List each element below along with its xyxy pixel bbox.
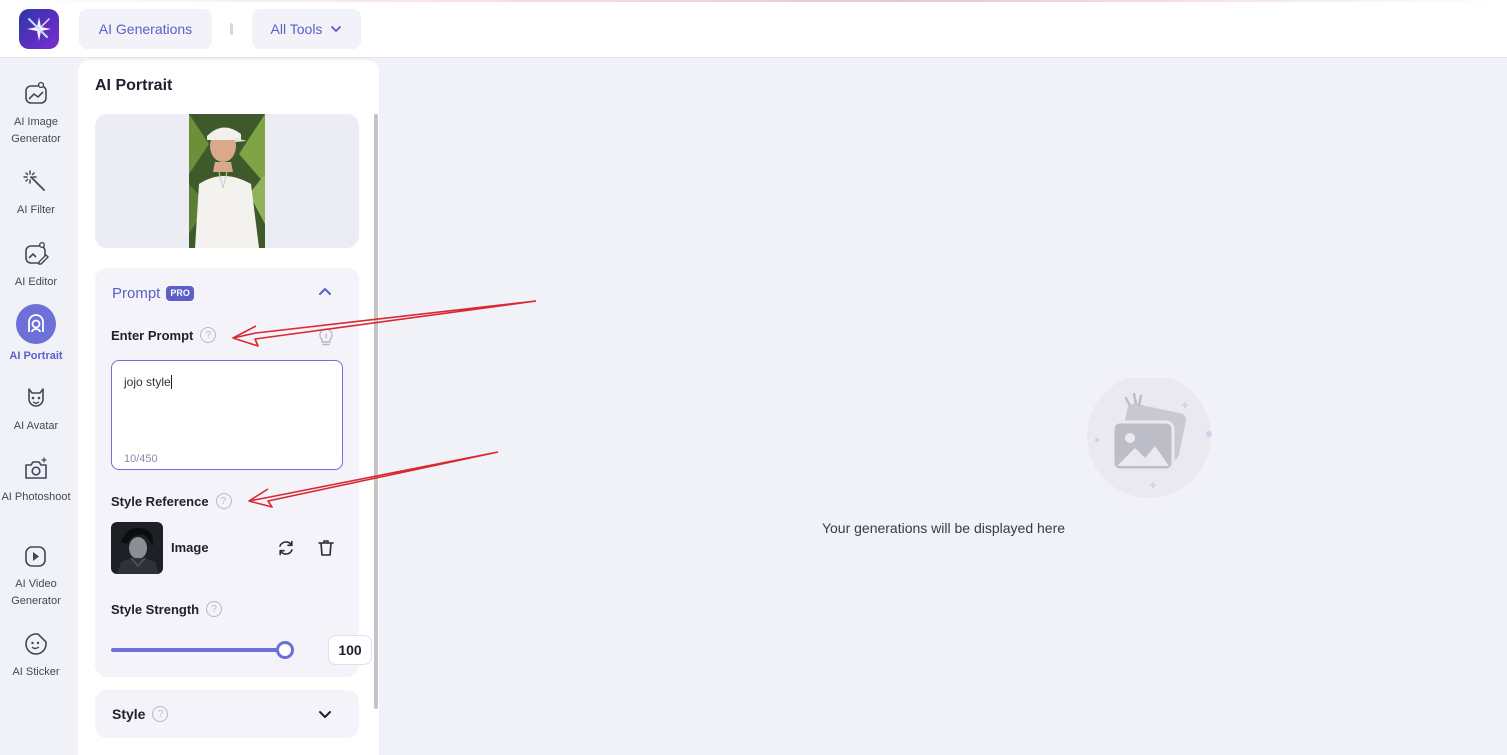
prompt-text: jojo style (124, 375, 171, 389)
nav-item-label: AI Image Generator (11, 116, 61, 145)
pro-badge: PRO (166, 286, 194, 301)
panel-scrollbar[interactable] (374, 114, 378, 709)
char-counter: 10/450 (124, 453, 158, 465)
style-strength-slider-thumb[interactable] (276, 641, 294, 659)
empty-gallery-illustration (1087, 378, 1212, 498)
nav-item-ai-editor[interactable]: AI Editor (0, 240, 72, 291)
magic-wand-icon (23, 170, 45, 191)
nav-item-ai-sticker[interactable]: AI Sticker (0, 630, 72, 681)
video-icon (25, 546, 46, 567)
generation-canvas: Your generations will be displayed here (380, 58, 1507, 755)
image-edit-icon (25, 242, 49, 265)
top-accent-line (0, 0, 1507, 2)
all-tools-label: All Tools (270, 21, 323, 37)
prompt-section-header[interactable]: Prompt PRO (112, 285, 194, 302)
nav-item-ai-avatar[interactable]: AI Avatar (0, 384, 72, 435)
style-reference-label: Style Reference (111, 493, 209, 509)
nav-item-label: AI Video Generator (11, 578, 61, 607)
nav-item-ai-photoshoot[interactable]: AI Photoshoot (0, 455, 72, 506)
help-icon[interactable]: ? (152, 706, 169, 722)
nav-item-ai-filter[interactable]: AI Filter (0, 168, 72, 219)
trash-icon[interactable] (316, 538, 336, 558)
sticker-icon (25, 633, 47, 655)
style-reference-type: Image (171, 540, 209, 555)
portrait-icon-wrap (16, 304, 56, 344)
settings-panel: AI Portrait Prompt PRO Enter Prompt ? jo… (78, 60, 379, 755)
nav-item-label: AI Portrait (9, 350, 63, 362)
help-icon[interactable]: ? (200, 327, 217, 343)
nav-item-label: AI Filter (17, 204, 55, 216)
portrait-photo (189, 114, 265, 248)
style-reference-image (111, 522, 163, 574)
ai-generations-label: AI Generations (98, 21, 193, 37)
top-separator (230, 23, 233, 35)
chevron-down-icon (331, 26, 342, 32)
prompt-section: Prompt PRO Enter Prompt ? jojo style 10/… (95, 268, 372, 677)
nav-item-label: AI Avatar (13, 420, 59, 432)
help-icon[interactable]: ? (206, 601, 223, 617)
nav-item-ai-video-generator[interactable]: AI Video Generator (0, 542, 72, 610)
text-caret (170, 375, 172, 389)
help-icon[interactable]: ? (215, 493, 232, 509)
chevron-up-icon[interactable] (317, 284, 333, 300)
prompt-text-row: jojo style (124, 375, 172, 389)
style-strength-slider-track[interactable] (111, 648, 286, 652)
source-photo-preview[interactable] (95, 114, 359, 248)
style-reference-label-row: Style Reference ? (111, 493, 232, 509)
style-reference-thumbnail[interactable] (111, 522, 163, 574)
style-section-title: Style (112, 706, 146, 722)
chevron-down-icon[interactable] (317, 706, 333, 722)
prompt-section-title: Prompt (112, 285, 161, 302)
portrait-icon (28, 314, 44, 333)
empty-state-message: Your generations will be displayed here (821, 520, 1066, 536)
nav-item-label: AI Photoshoot (1, 491, 71, 503)
lightbulb-icon[interactable] (317, 327, 335, 347)
image-generator-icon (25, 81, 47, 104)
avatar-icon (28, 388, 44, 407)
replace-refresh-icon[interactable] (276, 538, 296, 558)
top-bar: AI Generations All Tools (0, 0, 1507, 58)
style-section-header: Style ? (112, 706, 169, 722)
style-strength-value-input[interactable]: 100 (328, 635, 372, 665)
all-tools-dropdown[interactable]: All Tools (252, 9, 361, 49)
nav-item-ai-portrait[interactable]: AI Portrait (0, 304, 72, 365)
nav-item-ai-image-generator[interactable]: AI Image Generator (0, 80, 72, 148)
star-logo-icon (27, 17, 51, 41)
nav-item-label: AI Sticker (12, 666, 60, 678)
panel-title: AI Portrait (95, 77, 173, 94)
style-strength-label-row: Style Strength ? (111, 601, 223, 617)
nav-item-label: AI Editor (14, 276, 58, 288)
enter-prompt-label-row: Enter Prompt ? (111, 327, 217, 343)
enter-prompt-label: Enter Prompt (111, 327, 194, 343)
prompt-textarea[interactable]: jojo style 10/450 (111, 360, 343, 470)
camera-icon (25, 457, 47, 479)
style-strength-label: Style Strength (111, 601, 200, 617)
ai-generations-button[interactable]: AI Generations (79, 9, 212, 49)
app-logo[interactable] (19, 9, 59, 49)
left-sidebar: AI Image Generator AI Filter AI Editor A… (0, 58, 78, 755)
style-section[interactable]: Style ? (95, 690, 359, 738)
